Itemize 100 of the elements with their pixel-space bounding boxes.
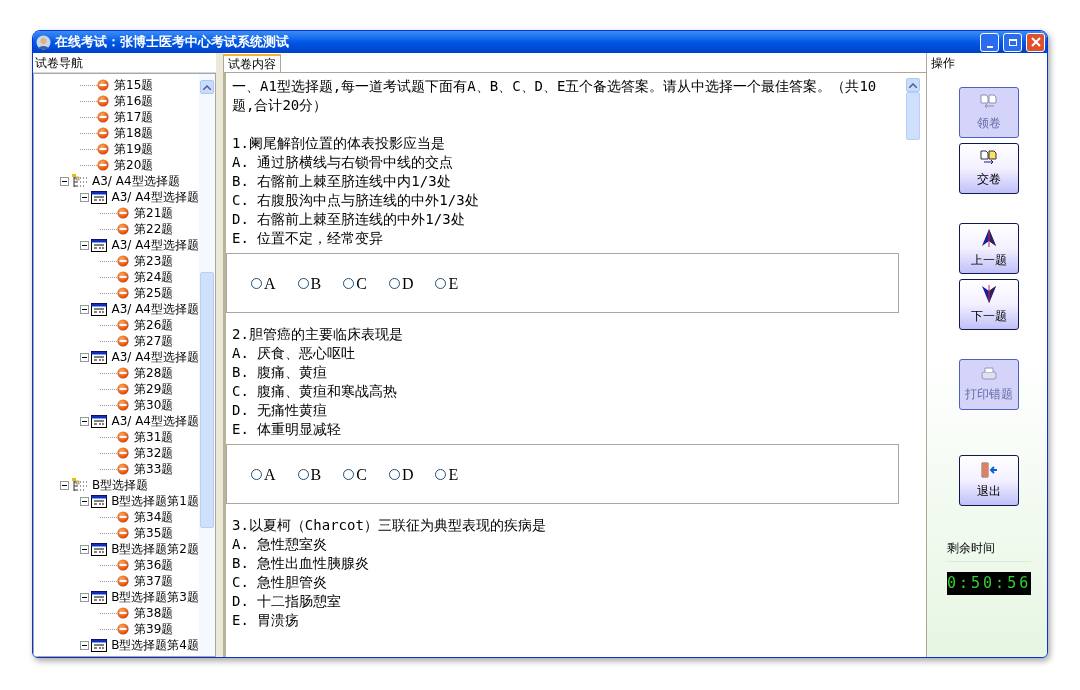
expand-toggle[interactable] (60, 176, 69, 186)
stop-sign-icon (117, 367, 129, 379)
tree-icon (72, 478, 88, 492)
stop-sign-icon (97, 159, 109, 171)
tree-item[interactable]: 第28题 (134, 364, 174, 382)
expand-toggle[interactable] (80, 192, 89, 202)
expand-toggle[interactable] (80, 240, 89, 250)
radio-option[interactable]: B (297, 464, 322, 484)
tree-item[interactable]: B型选择题第2题 (111, 540, 199, 558)
action-button[interactable]: 交卷 (959, 143, 1020, 194)
tree-item[interactable]: A3/ A4型选择题 (111, 236, 199, 254)
radio-option[interactable]: A (251, 273, 276, 293)
tree-item[interactable]: 第17题 (114, 108, 154, 126)
scrollbar[interactable] (199, 74, 215, 656)
tree-item[interactable]: 第31题 (134, 428, 174, 446)
restore-button[interactable] (1003, 32, 1022, 52)
close-icon (1030, 37, 1041, 47)
radio-option[interactable]: B (297, 273, 322, 293)
expand-toggle[interactable] (80, 640, 89, 650)
window-icon (91, 590, 108, 604)
tree-item[interactable]: 第27题 (134, 332, 174, 350)
expand-toggle[interactable] (80, 352, 89, 362)
stop-sign-icon (117, 399, 129, 411)
tree-item[interactable]: 第29题 (134, 380, 174, 398)
tree-item[interactable]: A3/ A4型选择题 (111, 348, 199, 366)
tree-item[interactable]: 第36题 (134, 556, 174, 574)
tree-item[interactable]: 第37题 (134, 572, 174, 590)
tree-item[interactable]: 第32题 (134, 444, 174, 462)
documents-icon (980, 93, 999, 110)
answer-choice: B. 右髂前上棘至脐连线中内1/3处 (232, 172, 452, 191)
scroll-thumb[interactable] (200, 272, 214, 528)
answer-choice: A. 急性憩室炎 (232, 535, 329, 554)
tree-item[interactable]: A3/ A4型选择题 (111, 188, 199, 206)
answer-choice: E. 胃溃疡 (232, 611, 301, 630)
radio-option[interactable]: C (343, 273, 367, 293)
answer-choice: B. 急性出血性胰腺炎 (232, 554, 371, 573)
tree-item[interactable]: B型选择题第3题 (111, 588, 199, 606)
scroll-thumb[interactable] (906, 92, 920, 140)
radio-option[interactable]: E (435, 273, 459, 293)
minimize-button[interactable] (980, 32, 999, 52)
arrow-down-icon (981, 284, 998, 303)
close-button[interactable] (1026, 32, 1045, 52)
tree-item[interactable]: 第34题 (134, 508, 174, 526)
stop-sign-icon (117, 559, 129, 571)
radio-option[interactable]: C (343, 464, 367, 484)
stop-sign-icon (97, 143, 109, 155)
expand-toggle[interactable] (80, 592, 89, 602)
countdown-display: 0:50:56 (947, 572, 1032, 595)
content-tab[interactable]: 试卷内容 (223, 54, 281, 72)
answer-choice: D. 右髂前上棘至脐连线的中外1/3处 (232, 210, 466, 229)
answer-choice: D. 无痛性黄疸 (232, 401, 329, 420)
action-button[interactable]: 下一题 (959, 279, 1020, 330)
tree-item[interactable]: 第30题 (134, 396, 174, 414)
expand-toggle[interactable] (80, 496, 89, 506)
tree-item[interactable]: 第19题 (114, 140, 154, 158)
stop-sign-icon (117, 511, 129, 523)
radio-option[interactable]: D (388, 273, 414, 293)
tree-item[interactable]: A3/ A4型选择题 (111, 300, 199, 318)
answer-choice: B. 腹痛、黄疸 (232, 363, 329, 382)
tree-item[interactable]: 第33题 (134, 460, 174, 478)
tree-item[interactable]: 第39题 (134, 620, 174, 638)
expand-toggle[interactable] (60, 480, 69, 490)
tree-item[interactable]: B型选择题第1题 (111, 492, 199, 510)
tree-item[interactable]: 第24题 (134, 268, 174, 286)
tree-item[interactable]: B型选择题 (92, 476, 149, 494)
expand-toggle[interactable] (80, 304, 89, 314)
expand-toggle[interactable] (80, 544, 89, 554)
tree-item[interactable]: 第18题 (114, 124, 154, 142)
tree-item[interactable]: 第26题 (134, 316, 174, 334)
window-title: 在线考试：张博士医考中心考试系统测试 (55, 33, 290, 52)
tree-item[interactable]: A3/ A4型选择题 (92, 172, 180, 190)
tree-item[interactable]: 第38题 (134, 604, 174, 622)
tree-item[interactable]: 第23题 (134, 252, 174, 270)
tree-item[interactable]: 第16题 (114, 92, 154, 110)
radio-option[interactable]: A (251, 464, 276, 484)
tree-item[interactable]: 第25题 (134, 284, 174, 302)
tree-item[interactable]: 第35题 (134, 524, 174, 542)
answer-choice: C. 腹痛、黄疸和寒战高热 (232, 382, 399, 401)
expand-toggle[interactable] (80, 416, 89, 426)
tree-item[interactable]: 第21题 (134, 204, 174, 222)
tree-icon (72, 174, 88, 188)
stop-sign-icon (117, 319, 129, 331)
radio-option[interactable]: D (388, 464, 414, 484)
stop-sign-icon (117, 623, 129, 635)
tree-item[interactable]: B型选择题第4题 (111, 636, 199, 654)
tree-item[interactable]: 第15题 (114, 76, 154, 94)
action-button[interactable]: 上一题 (959, 223, 1020, 274)
window-icon (91, 302, 108, 316)
tree-item[interactable]: A3/ A4型选择题 (111, 412, 199, 430)
stop-sign-icon (117, 271, 129, 283)
tree-item[interactable]: 第20题 (114, 156, 154, 174)
radio-option[interactable]: E (435, 464, 459, 484)
stop-sign-icon (97, 79, 109, 91)
window-icon (91, 638, 108, 652)
action-button[interactable]: 退出 (959, 455, 1020, 506)
answer-choice: E. 位置不定，经常变异 (232, 229, 385, 248)
window-icon (91, 542, 108, 556)
stop-sign-icon (117, 575, 129, 587)
section-instructions: 一、A1型选择题,每一道考试题下面有A、B、C、D、E五个备选答案。请从中选择一个最佳答案。（共10题,合计20分） (232, 77, 878, 115)
tree-item[interactable]: 第22题 (134, 220, 174, 238)
